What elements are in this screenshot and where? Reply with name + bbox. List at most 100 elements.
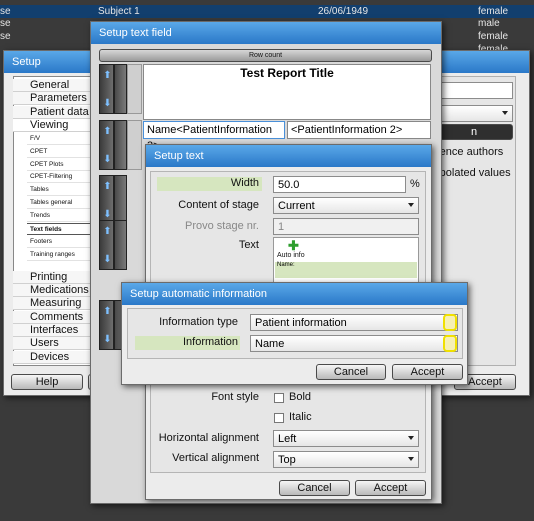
h-align-dropdown[interactable]: Left	[273, 430, 419, 447]
menu-item-patient-data[interactable]: Patient data	[13, 106, 91, 119]
h-align-value: Left	[278, 432, 297, 445]
setup-text-cancel-button[interactable]: Cancel	[279, 480, 350, 496]
content-value: Current	[278, 199, 315, 212]
menu-item-general[interactable]: General	[13, 79, 91, 92]
info-type-label: Information type	[159, 316, 238, 328]
cell: female	[478, 31, 509, 42]
window-title: Setup automatic information	[122, 283, 467, 305]
arrow-down-icon: ⬇	[103, 209, 112, 220]
right-dropdown[interactable]	[435, 105, 513, 122]
width-unit: %	[410, 178, 420, 190]
name-token[interactable]: Name:	[275, 262, 417, 278]
submenu-item[interactable]: CPET-Filtering	[27, 171, 91, 183]
cell: Subject 1	[98, 6, 140, 17]
menu-item-comments[interactable]: Comments	[13, 311, 91, 324]
italic-checkbox[interactable]	[274, 413, 284, 423]
window-title: Setup text field	[91, 22, 441, 44]
help-button[interactable]: Help	[11, 374, 83, 390]
auto-info-cancel-button[interactable]: Cancel	[316, 364, 386, 380]
v-align-value: Top	[278, 453, 296, 466]
v-align-label: Vertical alignment	[172, 452, 259, 464]
information-value: Name	[255, 337, 285, 350]
edit-strip[interactable]	[127, 64, 142, 114]
arrow-down-icon: ⬇	[103, 154, 112, 165]
menu-item-viewing[interactable]: Viewing	[13, 119, 91, 132]
information-label: Information	[135, 336, 240, 350]
text-cell-selected[interactable]: Name<PatientInformation 3>	[143, 121, 285, 152]
row-move-button[interactable]: ⬆ ⬇	[99, 120, 114, 170]
row-move-button[interactable]: ⬆ ⬇	[99, 220, 114, 270]
cell: female	[478, 6, 509, 17]
text-cell[interactable]: <PatientInformation 2>	[287, 121, 431, 139]
menu-item-printing[interactable]: Printing	[13, 271, 91, 284]
chevron-down-icon[interactable]	[443, 335, 457, 352]
copy-icon[interactable]	[114, 175, 127, 225]
copy-icon[interactable]	[114, 120, 127, 170]
cell: male	[478, 18, 500, 29]
width-input[interactable]: 50.0	[273, 176, 406, 193]
arrow-up-icon: ⬆	[103, 181, 112, 192]
window-title: Setup text	[146, 145, 431, 167]
italic-label: Italic	[289, 411, 312, 423]
submenu-item[interactable]: CPET Plots	[27, 159, 91, 171]
edit-strip[interactable]	[127, 120, 142, 170]
chevron-down-icon	[408, 203, 414, 207]
provo-input[interactable]: 1	[273, 218, 419, 235]
row-move-button[interactable]: ⬆ ⬇	[99, 300, 114, 350]
submenu-item[interactable]: CPET	[27, 146, 91, 158]
arrow-up-icon: ⬆	[103, 126, 112, 137]
chevron-down-icon	[408, 457, 414, 461]
menu-item-medications[interactable]: Medications	[13, 284, 91, 297]
arrow-down-icon: ⬇	[103, 334, 112, 345]
arrow-down-icon: ⬇	[103, 98, 112, 109]
menu-item-users[interactable]: Users	[13, 337, 91, 350]
cell: 26/06/1949	[318, 6, 369, 17]
submenu-item[interactable]: F/V	[27, 133, 91, 145]
submenu-item[interactable]: Training ranges	[27, 249, 91, 261]
content-dropdown[interactable]: Current	[273, 197, 419, 214]
menu-item-parameters[interactable]: Parameters	[13, 92, 91, 105]
arrow-down-icon: ⬇	[103, 254, 112, 265]
auto-info-accept-button[interactable]: Accept	[392, 364, 463, 380]
right-field[interactable]	[435, 82, 513, 99]
right-text: rpolated values	[436, 167, 511, 179]
v-align-dropdown[interactable]: Top	[273, 451, 419, 468]
bold-checkbox[interactable]	[274, 393, 284, 403]
chevron-down-icon	[408, 436, 414, 440]
arrow-up-icon: ⬆	[103, 306, 112, 317]
menu-item-interfaces[interactable]: Interfaces	[13, 324, 91, 337]
menu-item-measuring[interactable]: Measuring	[13, 297, 91, 310]
chevron-down-icon	[502, 111, 508, 115]
h-align-label: Horizontal alignment	[158, 432, 259, 444]
row-count-button[interactable]: Row count	[99, 49, 432, 62]
copy-icon[interactable]	[114, 220, 127, 270]
cell: se	[0, 6, 11, 17]
content-label: Content of stage	[178, 199, 259, 211]
info-type-value: Patient information	[255, 316, 347, 329]
submenu-item[interactable]: Footers	[27, 236, 91, 248]
submenu-item[interactable]: Tables general	[27, 197, 91, 209]
copy-icon[interactable]	[114, 64, 127, 114]
setup-text-accept-button[interactable]: Accept	[355, 480, 426, 496]
row-move-button[interactable]: ⬆ ⬇	[99, 175, 114, 225]
text-label: Text	[238, 239, 259, 251]
arrow-up-icon: ⬆	[103, 226, 112, 237]
report-title: Test Report Title	[240, 66, 334, 80]
font-style-label: Font style	[211, 391, 259, 403]
right-text: rence authors	[436, 146, 504, 158]
width-label: Width	[157, 177, 262, 191]
auto-info-label[interactable]: Auto info	[277, 252, 305, 259]
submenu-item[interactable]: Tables	[27, 184, 91, 196]
cell: se	[0, 18, 11, 29]
submenu-item[interactable]: Trends	[27, 210, 91, 222]
info-type-dropdown[interactable]: Patient information	[250, 314, 458, 331]
bold-label: Bold	[289, 391, 312, 403]
arrow-up-icon: ⬆	[103, 70, 112, 81]
menu-item-devices[interactable]: Devices	[13, 351, 91, 364]
submenu-item-text-fields[interactable]: Text fields	[27, 223, 91, 235]
chevron-down-icon[interactable]	[443, 314, 457, 331]
right-button[interactable]: n	[435, 124, 513, 140]
information-dropdown[interactable]: Name	[250, 335, 458, 352]
cell: se	[0, 31, 11, 42]
row-move-button[interactable]: ⬆ ⬇	[99, 64, 114, 114]
